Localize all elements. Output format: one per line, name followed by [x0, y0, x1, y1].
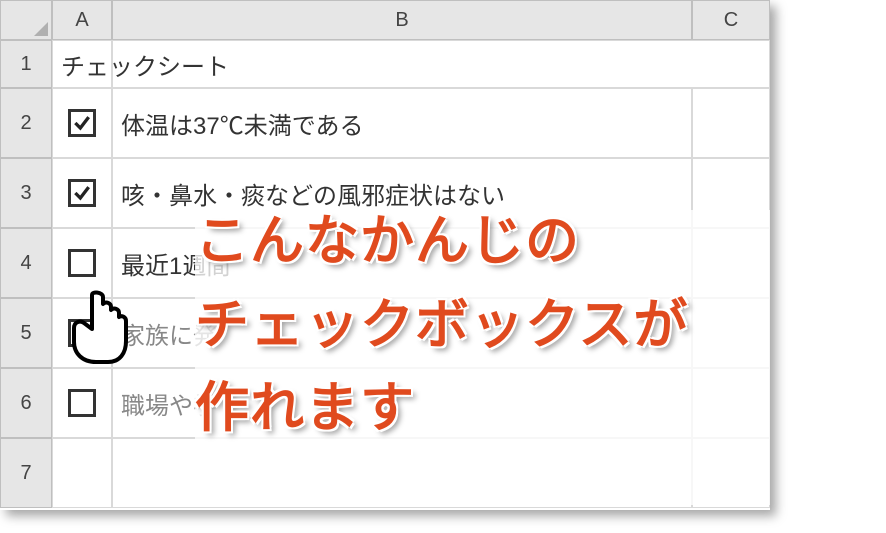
text-row4: 最近1週間 — [121, 246, 230, 281]
row-header-7[interactable]: 7 — [0, 438, 52, 508]
cell-A4[interactable] — [52, 228, 112, 298]
text-row5: 家族に発 — [121, 316, 217, 351]
cell-C5[interactable] — [692, 298, 770, 368]
cell-A2[interactable] — [52, 88, 112, 158]
cell-C4[interactable] — [692, 228, 770, 298]
cell-B6[interactable]: 職場や学 — [112, 368, 692, 438]
cell-C2[interactable] — [692, 88, 770, 158]
cell-B1[interactable]: チェックシート — [112, 40, 770, 88]
column-header-A[interactable]: A — [52, 0, 112, 40]
checkbox-row2[interactable] — [68, 109, 96, 137]
cell-A3[interactable] — [52, 158, 112, 228]
cell-B5[interactable]: 家族に発 — [112, 298, 692, 368]
cell-B3[interactable]: 咳・鼻水・痰などの風邪症状はない — [112, 158, 692, 228]
row-header-4[interactable]: 4 — [0, 228, 52, 298]
cell-B2[interactable]: 体温は37℃未満である — [112, 88, 692, 158]
row-header-1[interactable]: 1 — [0, 40, 52, 88]
row-header-5[interactable]: 5 — [0, 298, 52, 368]
cell-C6[interactable] — [692, 368, 770, 438]
checkbox-row5[interactable] — [68, 319, 96, 347]
cell-B7[interactable] — [112, 438, 692, 508]
row-header-2[interactable]: 2 — [0, 88, 52, 158]
cell-C3[interactable] — [692, 158, 770, 228]
cell-A6[interactable] — [52, 368, 112, 438]
cell-A5[interactable] — [52, 298, 112, 368]
select-all-corner[interactable] — [0, 0, 52, 40]
text-row2: 体温は37℃未満である — [121, 106, 363, 141]
text-row6: 職場や学 — [121, 386, 217, 421]
checkbox-row3[interactable] — [68, 179, 96, 207]
checkbox-row6[interactable] — [68, 389, 96, 417]
column-header-C[interactable]: C — [692, 0, 770, 40]
cell-A7[interactable] — [52, 438, 112, 508]
checkbox-row4[interactable] — [68, 249, 96, 277]
cell-C7[interactable] — [692, 438, 770, 508]
sheet-title: チェックシート — [61, 47, 229, 82]
row-header-3[interactable]: 3 — [0, 158, 52, 228]
column-header-B[interactable]: B — [112, 0, 692, 40]
text-row3: 咳・鼻水・痰などの風邪症状はない — [121, 176, 505, 211]
row-header-6[interactable]: 6 — [0, 368, 52, 438]
cell-B4[interactable]: 最近1週間 — [112, 228, 692, 298]
